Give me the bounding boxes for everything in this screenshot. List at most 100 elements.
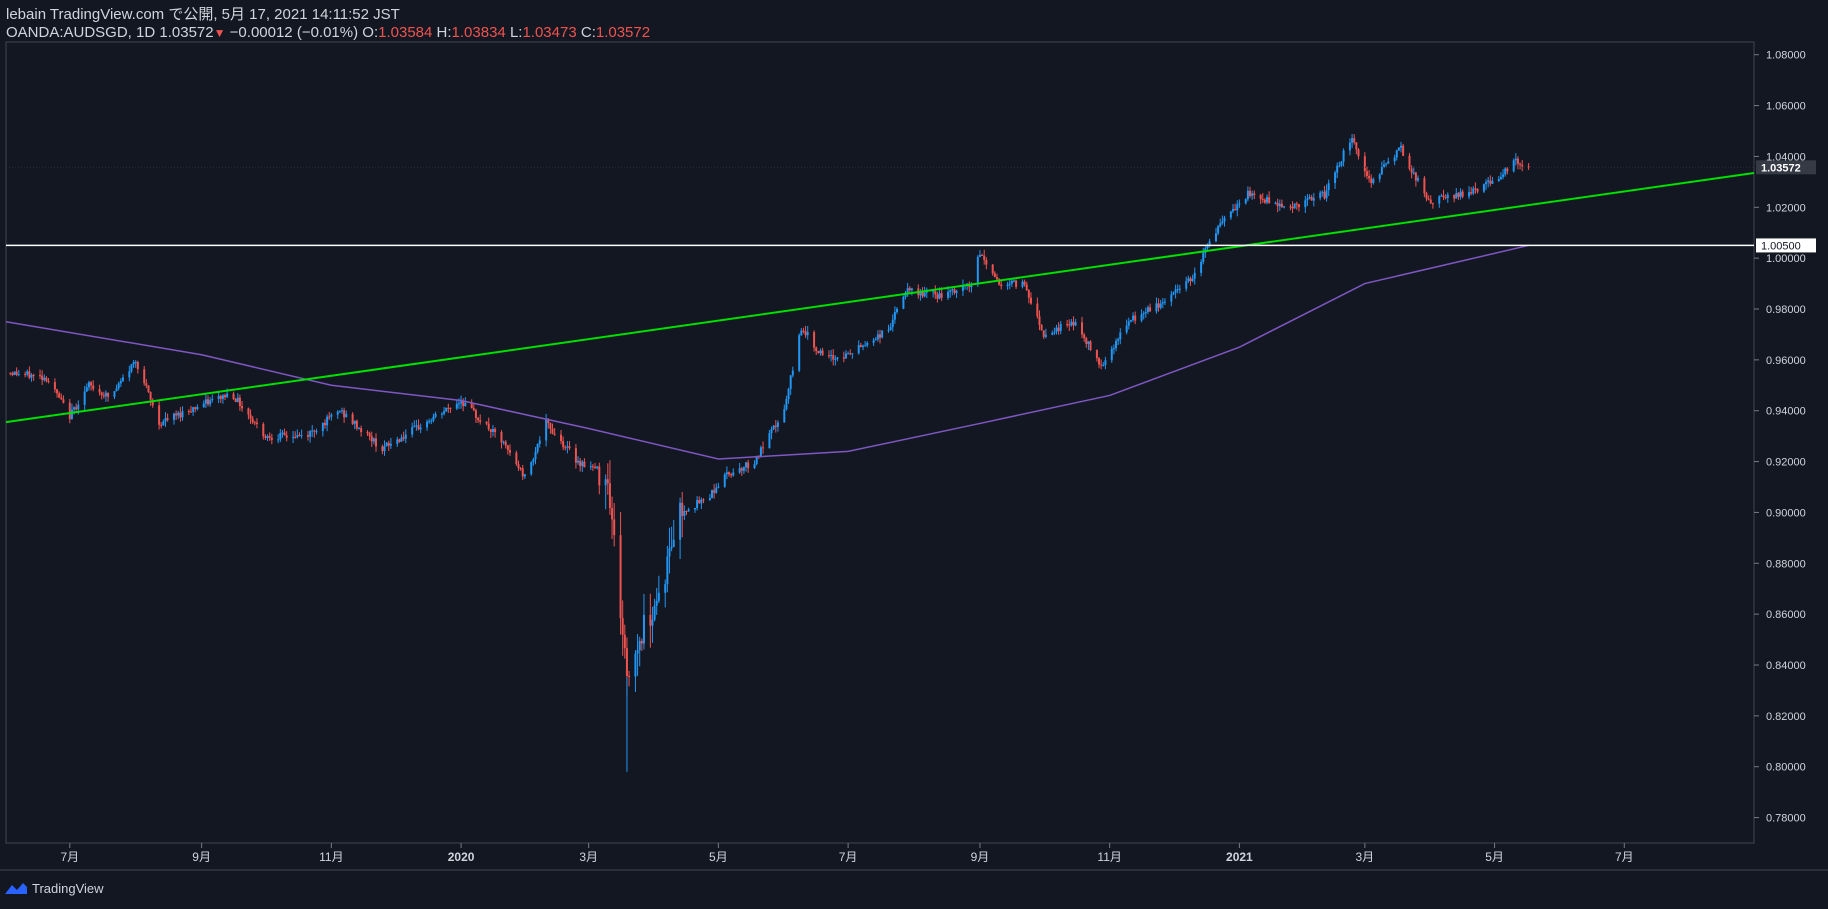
candle-body bbox=[668, 548, 671, 557]
candle-body bbox=[1274, 202, 1277, 204]
candle-body bbox=[538, 440, 541, 444]
candle-body bbox=[1312, 198, 1315, 201]
candle-body bbox=[815, 347, 818, 352]
candle-body bbox=[104, 392, 107, 397]
candle-body bbox=[1342, 150, 1345, 162]
candle-body bbox=[204, 399, 207, 404]
candle-body bbox=[577, 460, 580, 463]
candle-body bbox=[368, 433, 371, 437]
candle-body bbox=[1070, 321, 1073, 326]
candle-body bbox=[504, 441, 507, 446]
candle-body bbox=[1444, 197, 1447, 199]
footer[interactable]: TradingView bbox=[4, 880, 104, 896]
candle-body bbox=[164, 418, 167, 422]
candle-body bbox=[844, 353, 847, 359]
candle-body bbox=[1249, 190, 1252, 197]
candle-body bbox=[545, 419, 548, 441]
candle-body bbox=[102, 395, 105, 397]
candle-body bbox=[1176, 289, 1179, 291]
candle-body bbox=[194, 407, 197, 410]
candle-body bbox=[608, 483, 611, 509]
candle-body bbox=[1221, 221, 1224, 224]
candle-body bbox=[181, 411, 184, 418]
candle-body bbox=[1187, 278, 1190, 282]
candle-body bbox=[625, 648, 628, 677]
candle-body bbox=[653, 605, 656, 620]
candle-body bbox=[1355, 142, 1358, 150]
candle-body bbox=[45, 377, 48, 381]
candle-body bbox=[1134, 315, 1137, 321]
candle-body bbox=[628, 676, 631, 678]
candle-body bbox=[381, 446, 384, 452]
candle-body bbox=[15, 371, 18, 375]
candle-body bbox=[1202, 252, 1205, 263]
candle-body bbox=[160, 424, 163, 426]
candle-body bbox=[1117, 339, 1120, 341]
candle-body bbox=[358, 428, 361, 430]
candle-body bbox=[1502, 174, 1505, 177]
candle-body bbox=[1129, 319, 1132, 322]
candle-body bbox=[562, 441, 565, 448]
candle-body bbox=[910, 288, 913, 291]
price-chart[interactable]: 1.00500 1.03572 1.08000 1.06000 1.04000 1.02… bbox=[0, 0, 1828, 909]
candle-body bbox=[896, 308, 899, 313]
candle-body bbox=[730, 474, 733, 476]
change-value: −0.00012 (−0.01%) bbox=[229, 24, 359, 41]
candle-body bbox=[175, 413, 178, 416]
candle-body bbox=[113, 391, 116, 397]
candle-body bbox=[192, 407, 195, 413]
candle-body bbox=[1178, 288, 1181, 290]
candle-body bbox=[806, 332, 809, 336]
candle-body bbox=[28, 371, 31, 378]
candle-body bbox=[1387, 161, 1390, 164]
candle-body bbox=[1440, 195, 1443, 197]
candle-body bbox=[62, 399, 65, 403]
candle-body bbox=[190, 411, 193, 413]
candle-body bbox=[670, 546, 673, 549]
candle-body bbox=[774, 425, 777, 427]
candle-body bbox=[24, 374, 27, 376]
candle-body bbox=[606, 479, 609, 484]
candle-body bbox=[323, 422, 326, 426]
time-axis[interactable]: 7月 9月 11月 2020 3月 5月 7月 9月 11月 2021 3月 5月 7月 bbox=[60, 843, 1634, 864]
candle-body bbox=[1268, 197, 1271, 203]
candle-body bbox=[1521, 164, 1524, 167]
price-axis-label: 1.04000 bbox=[1766, 151, 1806, 163]
candle-body bbox=[1491, 181, 1494, 184]
candle-body bbox=[419, 427, 422, 430]
time-axis-label: 3月 bbox=[1356, 850, 1375, 864]
candle-body bbox=[375, 438, 378, 447]
candle-body bbox=[1412, 172, 1415, 174]
candle-body bbox=[1042, 330, 1045, 337]
time-axis-label: 9月 bbox=[971, 850, 990, 864]
candle-body bbox=[685, 511, 688, 513]
candle-body bbox=[255, 422, 258, 424]
candle-body bbox=[827, 355, 830, 357]
candle-body bbox=[1365, 171, 1368, 176]
candle-body bbox=[866, 342, 869, 346]
candle-body bbox=[13, 371, 16, 376]
candle-body bbox=[1417, 178, 1420, 181]
candle-body bbox=[1455, 193, 1458, 199]
candle-body bbox=[445, 407, 448, 412]
candle-body bbox=[1516, 158, 1519, 164]
candle-body bbox=[936, 294, 939, 299]
ohlc-line: OANDA:AUDSGD, 1D 1.03572▼ −0.00012 (−0.0… bbox=[6, 24, 650, 42]
candle-body bbox=[1293, 203, 1296, 209]
candle-body bbox=[1306, 198, 1309, 201]
candle-body bbox=[1174, 289, 1177, 293]
candle-body bbox=[1438, 196, 1441, 204]
candle-body bbox=[836, 357, 839, 359]
candle-body bbox=[1146, 307, 1149, 312]
candle-body bbox=[783, 409, 786, 423]
candle-body bbox=[770, 429, 773, 434]
candle-body bbox=[611, 508, 614, 520]
candle-body bbox=[209, 400, 212, 405]
candle-body bbox=[1308, 196, 1311, 199]
candle-body bbox=[226, 393, 229, 398]
candle-body bbox=[976, 256, 979, 285]
candle-body bbox=[955, 290, 958, 293]
candle-body bbox=[60, 397, 63, 400]
candle-body bbox=[861, 345, 864, 348]
candle-body bbox=[1104, 360, 1107, 365]
